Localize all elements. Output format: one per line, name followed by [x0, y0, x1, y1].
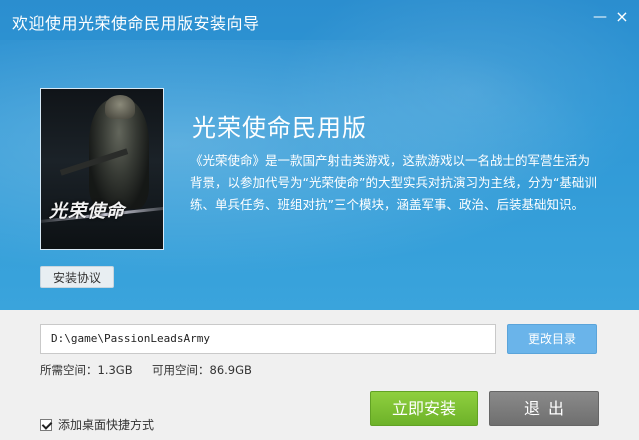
checkmark-icon[interactable]	[40, 418, 52, 431]
game-description: 《光荣使命》是一款国产射击类游戏，这款游戏以一名战士的军营生活为背景，以参加代号…	[190, 153, 597, 212]
required-space-label: 所需空间：	[40, 363, 98, 377]
change-directory-button[interactable]: 更改目录	[507, 324, 597, 354]
game-cover-image: 光荣使命	[40, 88, 164, 250]
available-space-label: 可用空间：	[152, 363, 210, 377]
exit-button[interactable]: 退出	[489, 391, 599, 426]
desktop-shortcut-label: 添加桌面快捷方式	[58, 418, 155, 432]
install-agreement-button[interactable]: 安装协议	[40, 266, 114, 288]
installer-window: 欢迎使用光荣使命民用版安装向导 — × 光荣使命 光荣使命民用版 《光荣使命》是…	[0, 0, 639, 440]
window-title: 欢迎使用光荣使命民用版安装向导	[12, 14, 260, 33]
available-space: 可用空间：86.9GB	[152, 362, 252, 378]
header-banner: 欢迎使用光荣使命民用版安装向导 — × 光荣使命 光荣使命民用版 《光荣使命》是…	[0, 0, 639, 310]
desktop-shortcut-option[interactable]: 添加桌面快捷方式	[40, 416, 154, 433]
install-path-input[interactable]: D:\game\PassionLeadsArmy	[40, 324, 496, 354]
close-icon[interactable]: ×	[611, 6, 633, 28]
available-space-value: 86.9GB	[209, 363, 252, 377]
install-now-button[interactable]: 立即安装	[370, 391, 478, 426]
required-space: 所需空间：1.3GB	[40, 362, 133, 378]
cover-logo-text: 光荣使命	[49, 201, 125, 222]
window-controls: — ×	[589, 6, 633, 28]
game-title: 光荣使命民用版	[192, 114, 367, 142]
cover-soldier-helmet	[105, 95, 135, 119]
minimize-icon[interactable]: —	[589, 6, 611, 28]
required-space-value: 1.3GB	[97, 363, 133, 377]
